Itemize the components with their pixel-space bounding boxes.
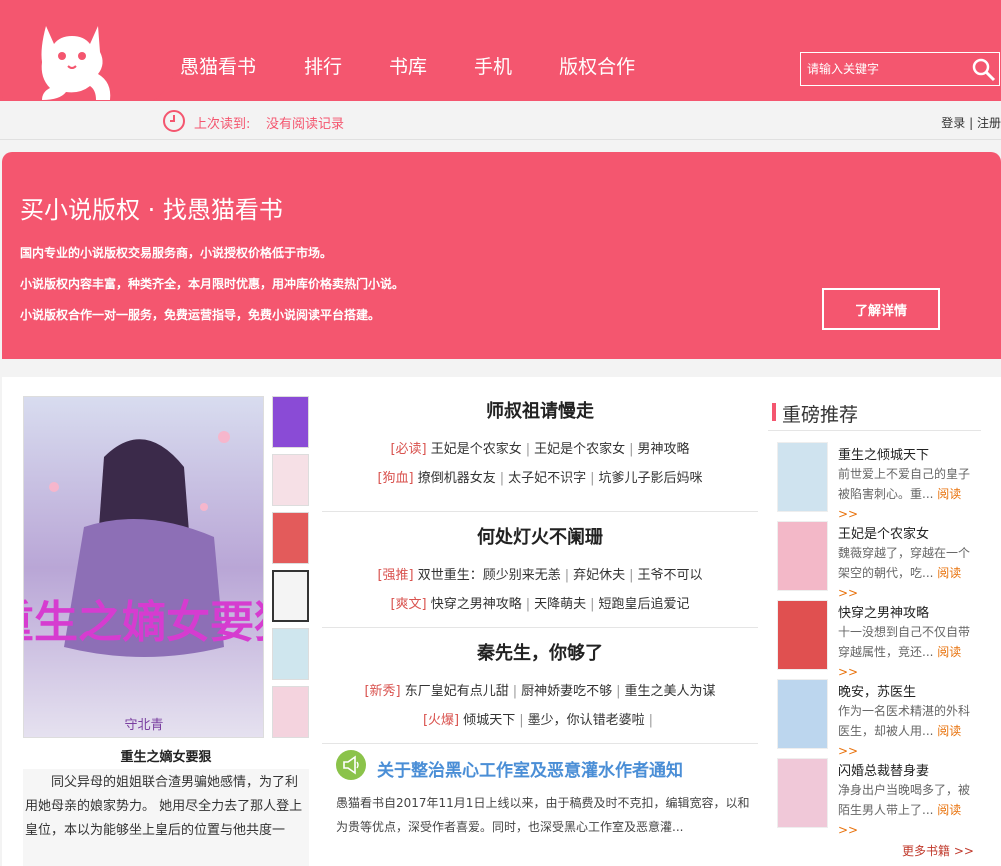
thumbnail[interactable] bbox=[272, 454, 309, 506]
tag-label: [必读] bbox=[390, 442, 427, 457]
tag-label: [爽文] bbox=[390, 597, 427, 612]
clock-icon bbox=[163, 110, 185, 132]
book-link[interactable]: 撩倒机器女友 bbox=[418, 471, 496, 486]
last-read-value[interactable]: 没有阅读记录 bbox=[266, 113, 344, 132]
book-link[interactable]: 东厂皇妃有点儿甜 bbox=[405, 684, 509, 699]
book-link[interactable]: 男神攻略 bbox=[638, 442, 690, 457]
auth-separator: | bbox=[969, 116, 974, 130]
book-desc: 前世爱上不爱自己的皇子被陷害刺心。重... 阅读>> bbox=[838, 467, 971, 521]
tag-label: [强推] bbox=[377, 568, 414, 583]
book-link[interactable]: 王爷不可以 bbox=[638, 568, 703, 583]
login-link[interactable]: 登录 bbox=[941, 116, 965, 130]
book-link[interactable]: 太子妃不识字 bbox=[508, 471, 586, 486]
featured-book-desc: 同父异母的姐姐联合渣男骗她感情，为了利用她母亲的娘家势力。 她用尽全力去了那人登… bbox=[23, 769, 309, 866]
more-books-link[interactable]: 更多书籍 >> bbox=[902, 842, 974, 859]
book-link[interactable]: 弃妃休夫 bbox=[573, 568, 625, 583]
thumbnail[interactable] bbox=[272, 396, 309, 448]
megaphone-icon bbox=[336, 750, 366, 780]
book-title[interactable]: 重生之倾城天下 bbox=[838, 444, 929, 463]
book-link[interactable]: 厨神娇妻吃不够 bbox=[521, 684, 612, 699]
book-desc: 净身出户当晚喝多了，被陌生男人带上了... 阅读>> bbox=[838, 783, 971, 837]
topic-title[interactable]: 秦先生，你够了 bbox=[322, 639, 758, 665]
book-link[interactable]: 快穿之男神攻略 bbox=[431, 597, 522, 612]
accent-bar bbox=[772, 403, 776, 421]
last-read-label: 上次读到: bbox=[194, 117, 251, 132]
cover-thumbnails bbox=[272, 396, 310, 744]
main-nav: 愚猫看书 排行 书库 手机 版权合作 bbox=[180, 55, 682, 79]
recommend-item[interactable]: 王妃是个农家女 魏薇穿越了，穿越在一个架空的朝代，吃... 阅读>> bbox=[777, 521, 987, 600]
topic-title[interactable]: 何处灯火不阑珊 bbox=[322, 523, 758, 549]
reading-bar: 上次读到: 没有阅读记录 登录 | 注册 bbox=[0, 101, 1001, 140]
nav-home[interactable]: 愚猫看书 bbox=[180, 55, 256, 79]
tag-label: [新秀] bbox=[364, 684, 401, 699]
thumbnail[interactable] bbox=[272, 628, 309, 680]
cat-logo-icon[interactable] bbox=[32, 16, 122, 106]
nav-ranking[interactable]: 排行 bbox=[304, 55, 342, 79]
nav-mobile[interactable]: 手机 bbox=[474, 55, 512, 79]
banner-line: 国内专业的小说版权交易服务商，小说授权价格低于市场。 bbox=[20, 246, 333, 260]
learn-more-button[interactable]: 了解详情 bbox=[822, 288, 940, 330]
tag-label: [火爆] bbox=[422, 713, 460, 728]
book-title[interactable]: 王妃是个农家女 bbox=[838, 523, 929, 542]
featured-book-cover[interactable]: 重生之嫡女要狠 守北青 bbox=[23, 396, 264, 738]
book-link[interactable]: 坑爹儿子影后妈咪 bbox=[599, 471, 703, 486]
book-link[interactable]: 王妃是个农家女 bbox=[534, 442, 625, 457]
book-link[interactable]: 王妃是个农家女 bbox=[431, 442, 522, 457]
book-cover[interactable] bbox=[777, 442, 828, 512]
nav-library[interactable]: 书库 bbox=[389, 55, 427, 79]
notice-title[interactable]: 关于整治黑心工作室及恶意灌水作者通知 bbox=[377, 756, 683, 781]
book-title[interactable]: 晚安，苏医生 bbox=[838, 681, 916, 700]
book-link[interactable]: 重生之美人为谋 bbox=[625, 684, 716, 699]
topic-block: 师叔祖请慢走 [必读] 王妃是个农家女 | 王妃是个农家女 | 男神攻略 [狗血] 撩倒… bbox=[322, 397, 758, 512]
banner-line: 小说版权合作一对一服务，免费运营指导，免费小说阅读平台搭建。 bbox=[20, 308, 381, 322]
thumbnail[interactable] bbox=[272, 512, 309, 564]
topic-title[interactable]: 师叔祖请慢走 bbox=[322, 397, 758, 423]
tag-row: [狗血] 撩倒机器女友 | 太子妃不识字 | 坑爹儿子影后妈咪 bbox=[377, 471, 703, 486]
book-link[interactable]: 短跑皇后追爱记 bbox=[599, 597, 690, 612]
recommend-item[interactable]: 闪婚总裁替身妻 净身出户当晚喝多了，被陌生男人带上了... 阅读>> bbox=[777, 758, 987, 837]
tag-row: [强推] 双世重生：顾少别来无恙 | 弃妃休夫 | 王爷不可以 bbox=[377, 568, 703, 583]
recommend-item[interactable]: 晚安，苏医生 作为一名医术精湛的外科医生，却被人用... 阅读>> bbox=[777, 679, 987, 758]
tag-row: [必读] 王妃是个农家女 | 王妃是个农家女 | 男神攻略 bbox=[390, 442, 690, 457]
main-content: 重生之嫡女要狠 守北青 重生之嫡女要狠 同父异母的姐姐联合渣男骗她感情，为了利用… bbox=[2, 377, 1001, 866]
book-cover[interactable] bbox=[777, 679, 828, 749]
book-link[interactable]: 墨少，你认错老婆啦 bbox=[528, 713, 645, 728]
book-desc: 魏薇穿越了，穿越在一个架空的朝代，吃... 阅读>> bbox=[838, 546, 971, 600]
search-input[interactable] bbox=[801, 62, 961, 76]
recommend-item[interactable]: 快穿之男神攻略 十一没想到自己不仅自带穿越属性，竞还... 阅读>> bbox=[777, 600, 987, 679]
search-icon[interactable] bbox=[971, 57, 997, 83]
recommend-title: 重磅推荐 bbox=[782, 404, 859, 426]
recommend-item[interactable]: 重生之倾城天下 前世爱上不爱自己的皇子被陷害刺心。重... 阅读>> bbox=[777, 442, 987, 521]
cover-title-art: 重生之嫡女要狠 bbox=[24, 597, 264, 648]
featured-book-title[interactable]: 重生之嫡女要狠 bbox=[23, 746, 309, 765]
tag-row: [爽文] 快穿之男神攻略 | 天降萌夫 | 短跑皇后追爱记 bbox=[390, 597, 690, 612]
book-title[interactable]: 快穿之男神攻略 bbox=[838, 602, 929, 621]
book-desc: 作为一名医术精湛的外科医生，却被人用... 阅读>> bbox=[838, 704, 971, 758]
topic-block: 秦先生，你够了 [新秀] 东厂皇妃有点儿甜 | 厨神娇妻吃不够 | 重生之美人为谋 [火… bbox=[322, 629, 758, 744]
thumbnail[interactable] bbox=[272, 686, 309, 738]
book-cover[interactable] bbox=[777, 521, 828, 591]
copyright-banner: 买小说版权 · 找愚猫看书 国内专业的小说版权交易服务商，小说授权价格低于市场。… bbox=[2, 152, 1001, 359]
recommend-header: 重磅推荐 bbox=[768, 399, 981, 431]
tag-row: [火爆] 倾城天下 | 墨少，你认错老婆啦 | bbox=[422, 713, 654, 728]
banner-line: 小说版权内容丰富，种类齐全，本月限时优惠，用冲库价格卖热门小说。 bbox=[20, 277, 405, 291]
tag-label: [狗血] bbox=[377, 471, 414, 486]
topic-block: 何处灯火不阑珊 [强推] 双世重生：顾少别来无恙 | 弃妃休夫 | 王爷不可以 [爽文]… bbox=[322, 513, 758, 628]
banner-title: 买小说版权 · 找愚猫看书 bbox=[20, 196, 283, 224]
auth-links: 登录 | 注册 bbox=[941, 114, 1001, 131]
book-link[interactable]: 天降萌夫 bbox=[534, 597, 586, 612]
book-link[interactable]: 双世重生：顾少别来无恙 bbox=[418, 568, 561, 583]
tag-row: [新秀] 东厂皇妃有点儿甜 | 厨神娇妻吃不够 | 重生之美人为谋 bbox=[364, 684, 716, 699]
book-title[interactable]: 闪婚总裁替身妻 bbox=[838, 760, 929, 779]
cover-author: 守北青 bbox=[124, 718, 163, 733]
nav-copyright[interactable]: 版权合作 bbox=[559, 55, 635, 79]
thumbnail[interactable] bbox=[272, 570, 309, 622]
book-cover[interactable] bbox=[777, 600, 828, 670]
book-cover[interactable] bbox=[777, 758, 828, 828]
book-desc: 十一没想到自己不仅自带穿越属性，竞还... 阅读>> bbox=[838, 625, 971, 679]
notice-text: 愚猫看书自2017年11月1日上线以来，由于稿费及时不克扣，编辑宽容，以和为贵等… bbox=[336, 796, 750, 834]
search-box bbox=[800, 52, 1000, 86]
register-link[interactable]: 注册 bbox=[977, 116, 1001, 130]
book-link[interactable]: 倾城天下 bbox=[463, 713, 515, 728]
